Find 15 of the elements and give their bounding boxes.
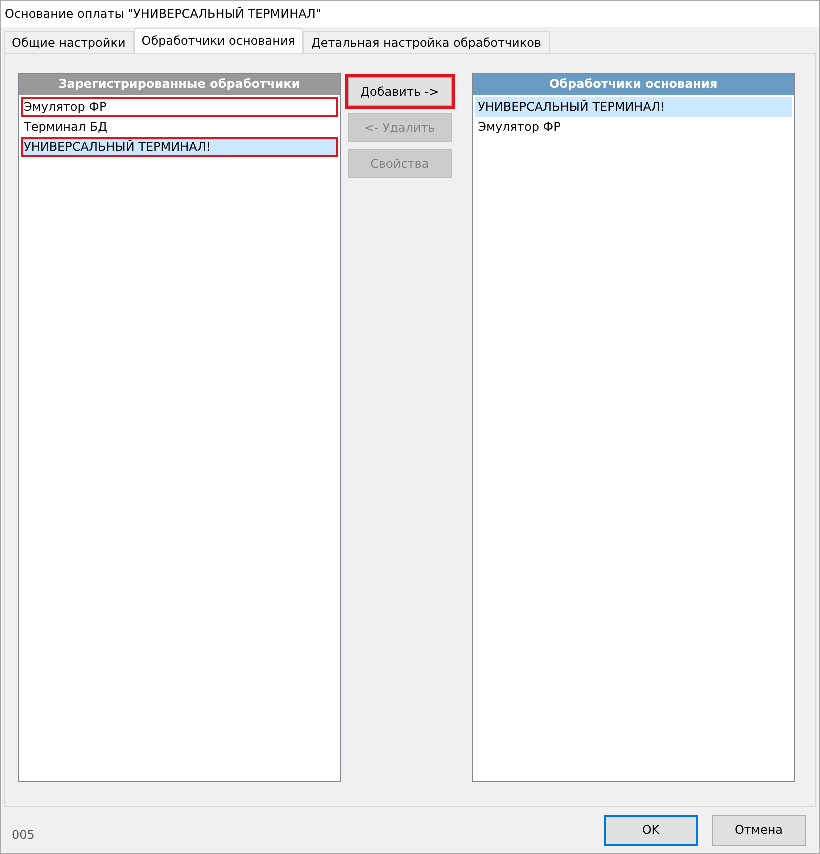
status-code: 005 — [12, 828, 35, 842]
list-item[interactable]: Эмулятор ФР — [21, 97, 338, 117]
list-item[interactable]: Терминал БД — [21, 117, 338, 137]
list-header: Обработчики основания — [473, 74, 794, 95]
tab[interactable]: Общие настройки — [4, 31, 134, 53]
window-title: Основание оплаты "УНИВЕРСАЛЬНЫЙ ТЕРМИНАЛ" — [5, 7, 322, 21]
list-item[interactable]: УНИВЕРСАЛЬНЫЙ ТЕРМИНАЛ! — [475, 97, 792, 117]
action-button[interactable]: Добавить -> — [348, 77, 452, 106]
dialog-button[interactable]: Отмена — [712, 814, 806, 846]
dialog-button[interactable]: OK — [604, 814, 698, 846]
list-item[interactable]: Эмулятор ФР — [475, 117, 792, 137]
list-item[interactable]: УНИВЕРСАЛЬНЫЙ ТЕРМИНАЛ! — [21, 137, 338, 157]
tab[interactable]: Обработчики основания — [134, 28, 304, 53]
list-header: Зарегистрированные обработчики — [19, 74, 340, 95]
tab[interactable]: Детальная настройка обработчиков — [303, 31, 550, 53]
